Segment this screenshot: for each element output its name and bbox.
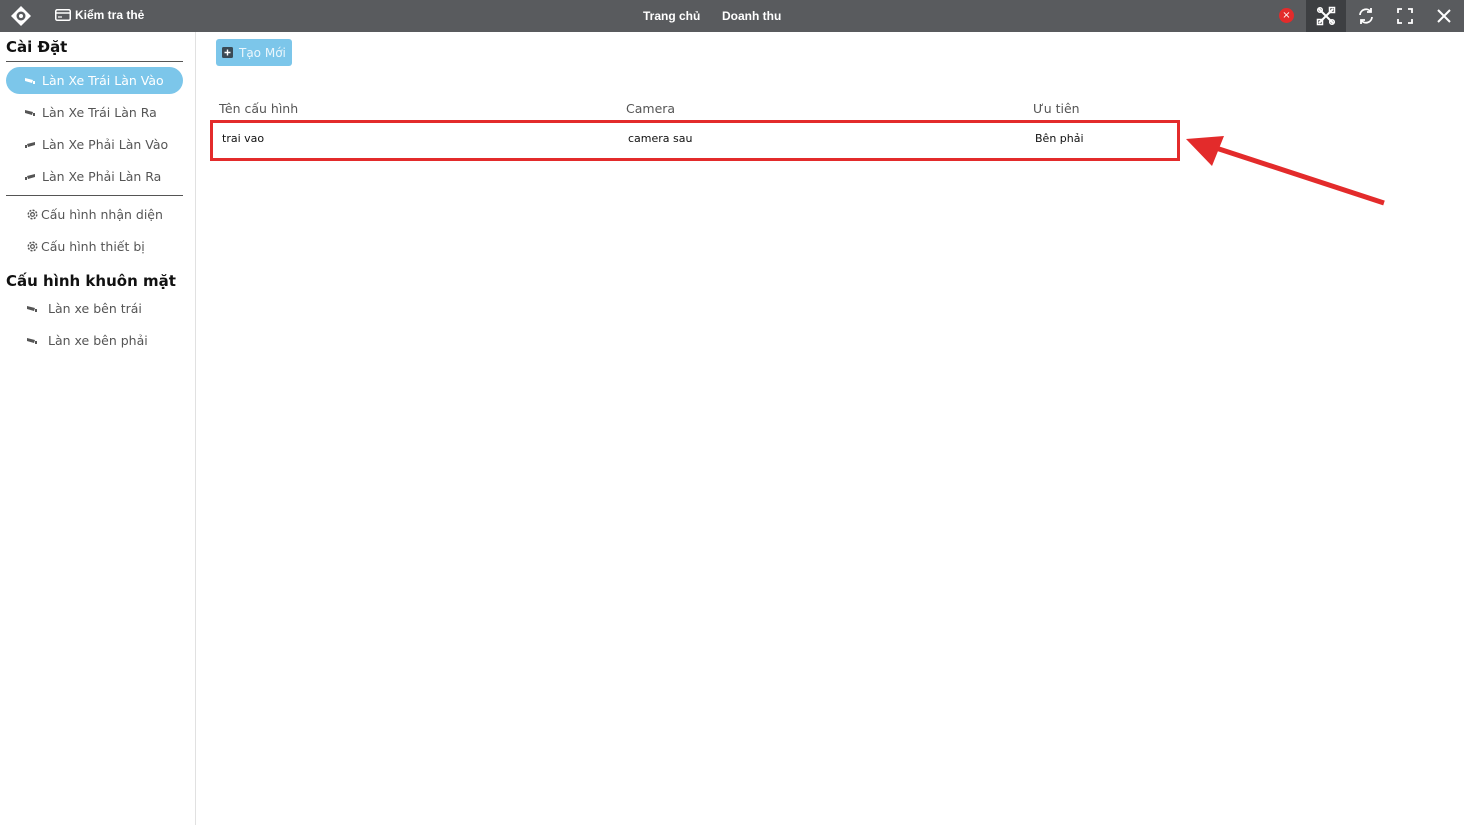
divider — [6, 61, 183, 62]
annotation-arrow-icon — [1186, 136, 1385, 206]
sidebar-item-right-lane-out[interactable]: Làn Xe Phải Làn Ra — [6, 163, 183, 190]
top-bar: Kiểm tra thẻ Trang chủ Doanh thu × — [0, 0, 1464, 32]
close-button[interactable] — [1424, 0, 1464, 32]
sidebar-item-label: Làn xe bên phải — [48, 333, 148, 348]
nav-home[interactable]: Trang chủ — [643, 9, 700, 23]
gear-icon — [27, 209, 38, 220]
settings-title: Cài Đặt — [6, 38, 68, 56]
camera-icon — [25, 173, 35, 180]
sidebar-item-face-right-lane[interactable]: Làn xe bên phải — [6, 327, 183, 354]
check-card-button[interactable]: Kiểm tra thẻ — [55, 8, 144, 22]
status-error-icon[interactable]: × — [1279, 8, 1294, 23]
sidebar-item-left-lane-in[interactable]: Làn Xe Trái Làn Vào — [6, 67, 183, 94]
gear-icon — [27, 241, 38, 252]
cell-camera: camera sau — [628, 132, 693, 145]
camera-icon — [25, 77, 35, 84]
fullscreen-icon — [1397, 8, 1413, 24]
tools-icon — [1316, 6, 1336, 26]
sidebar-item-label: Cấu hình thiết bị — [41, 239, 145, 254]
column-header-camera[interactable]: Camera — [626, 101, 675, 116]
sidebar-item-label: Cấu hình nhận diện — [41, 207, 163, 222]
nav-revenue[interactable]: Doanh thu — [722, 9, 781, 23]
camera-icon — [25, 141, 35, 148]
fullscreen-button[interactable] — [1385, 0, 1425, 32]
sidebar-item-left-lane-out[interactable]: Làn Xe Trái Làn Ra — [6, 99, 183, 126]
refresh-button[interactable] — [1346, 0, 1386, 32]
sidebar-item-recognition-config[interactable]: Cấu hình nhận diện — [6, 201, 183, 228]
create-new-button[interactable]: Tạo Mới — [216, 39, 292, 66]
column-header-priority[interactable]: Ưu tiên — [1033, 101, 1080, 116]
cell-config-name: trai vao — [222, 132, 265, 145]
sidebar-item-label: Làn Xe Trái Làn Ra — [42, 105, 157, 120]
camera-icon — [27, 305, 37, 312]
check-card-label: Kiểm tra thẻ — [75, 8, 145, 22]
sidebar-item-label: Làn xe bên trái — [48, 301, 142, 316]
sidebar-item-right-lane-in[interactable]: Làn Xe Phải Làn Vào — [6, 131, 183, 158]
sidebar-item-label: Làn Xe Phải Làn Vào — [42, 137, 169, 152]
face-config-title: Cấu hình khuôn mặt — [6, 272, 176, 290]
divider — [6, 195, 183, 196]
cell-priority: Bên phải — [1035, 132, 1084, 145]
sidebar-item-label: Làn Xe Trái Làn Vào — [42, 73, 164, 88]
sidebar-item-device-config[interactable]: Cấu hình thiết bị — [6, 233, 183, 260]
plus-square-icon — [222, 47, 233, 58]
column-header-config-name[interactable]: Tên cấu hình — [219, 101, 298, 116]
camera-icon — [25, 109, 35, 116]
app-logo-icon[interactable] — [10, 5, 32, 27]
card-icon — [55, 9, 71, 21]
sidebar-item-face-left-lane[interactable]: Làn xe bên trái — [6, 295, 183, 322]
close-icon — [1437, 9, 1451, 23]
main-content: Tạo Mới Tên cấu hình Camera Ưu tiên trai… — [196, 32, 1464, 825]
camera-icon — [27, 337, 37, 344]
tools-button[interactable] — [1306, 0, 1346, 32]
sidebar: Cài Đặt Làn Xe Trái Làn Vào Làn Xe Trái … — [0, 32, 196, 825]
create-new-label: Tạo Mới — [239, 45, 286, 60]
sidebar-item-label: Làn Xe Phải Làn Ra — [42, 169, 162, 184]
refresh-icon — [1359, 8, 1373, 24]
